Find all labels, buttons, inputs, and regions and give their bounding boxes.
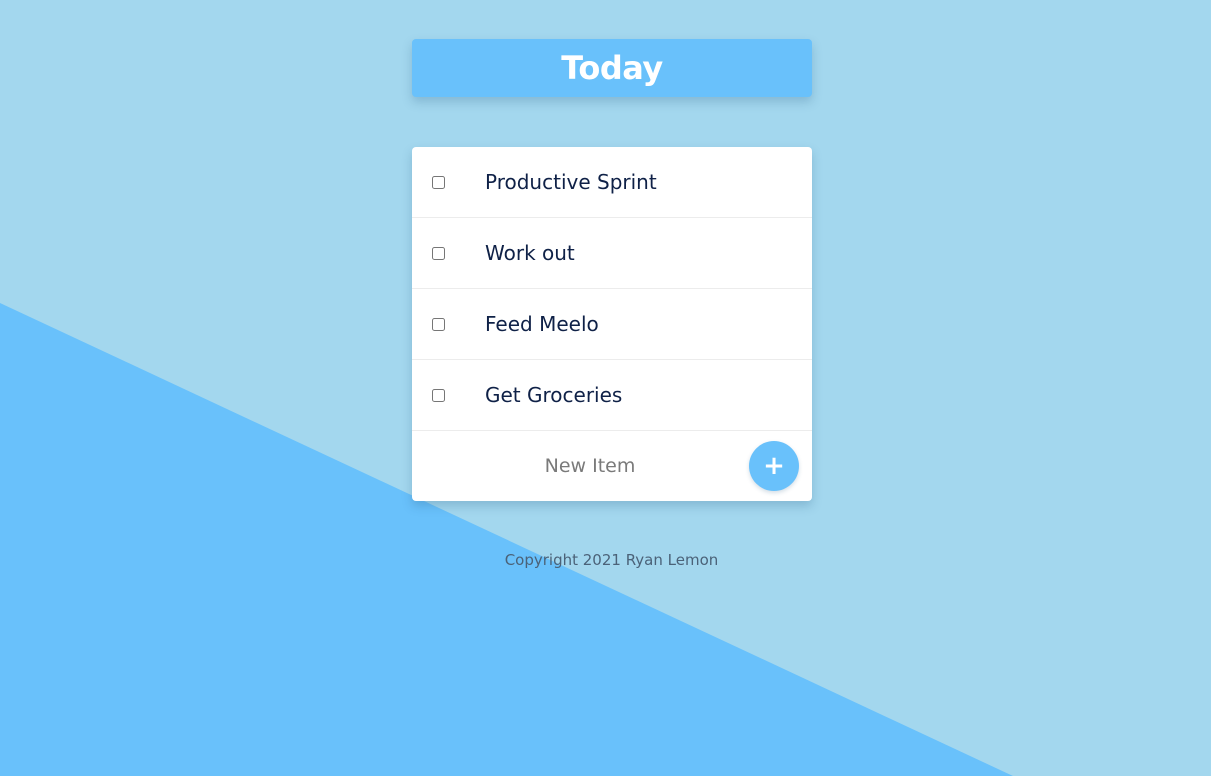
list-item: Get Groceries [412, 360, 812, 431]
list-item: Feed Meelo [412, 289, 812, 360]
item-label: Feed Meelo [485, 312, 599, 336]
footer: Copyright 2021 Ryan Lemon [0, 551, 1211, 569]
heading-banner: Today [412, 39, 812, 97]
new-item-form: + [412, 431, 812, 501]
item-checkbox[interactable] [432, 388, 445, 402]
list-item: Work out [412, 218, 812, 289]
copyright-text: Copyright 2021 Ryan Lemon [504, 551, 719, 569]
item-label: Get Groceries [485, 383, 623, 407]
new-item-input[interactable] [432, 446, 748, 486]
list-item: Productive Sprint [412, 147, 812, 218]
item-checkbox[interactable] [432, 317, 445, 331]
todo-list-card: Productive Sprint Work out Feed Meelo Ge… [412, 147, 812, 501]
plus-icon: + [763, 451, 785, 481]
item-label: Work out [485, 241, 575, 265]
item-checkbox[interactable] [432, 175, 445, 189]
item-checkbox[interactable] [432, 246, 445, 260]
page-title: Today [561, 49, 663, 87]
item-label: Productive Sprint [485, 170, 657, 194]
add-item-button[interactable]: + [749, 441, 799, 491]
